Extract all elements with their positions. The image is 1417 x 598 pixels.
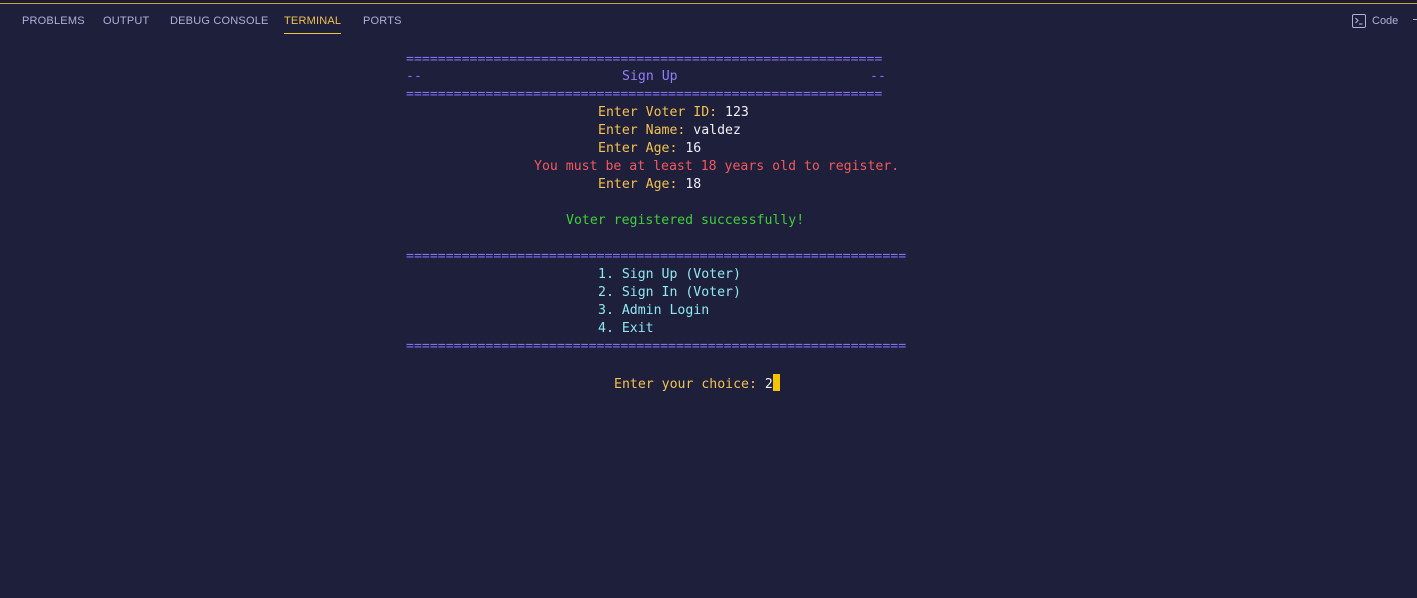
terminal-profile-label: Code xyxy=(1372,15,1399,27)
menu-rule-top: ========================================… xyxy=(406,249,907,264)
name-prompt: Enter Name: xyxy=(598,123,686,138)
age-error-message: You must be at least 18 years old to reg… xyxy=(534,159,900,174)
menu-item-sign-in: 2. Sign In (Voter) xyxy=(598,285,741,300)
age-value-2: 18 xyxy=(685,177,702,192)
name-line: Enter Name: valdez xyxy=(598,122,741,140)
terminal-profile-button[interactable]: Code xyxy=(1352,12,1398,30)
terminal-toolbar: Code xyxy=(1347,4,1417,37)
voter-id-prompt: Enter Voter ID: xyxy=(598,105,718,120)
choice-line[interactable]: Enter your choice: 2 xyxy=(614,374,780,392)
terminal-output[interactable]: ========================================… xyxy=(0,40,1417,598)
signup-rule-top: ========================================… xyxy=(406,52,883,67)
tab-problems[interactable]: PROBLEMS xyxy=(22,4,85,33)
terminal-icon xyxy=(1352,14,1366,28)
choice-value: 2 xyxy=(764,377,773,392)
tab-ports[interactable]: PORTS xyxy=(363,4,402,33)
age-line-1: Enter Age: 16 xyxy=(598,140,701,158)
menu-item-exit: 4. Exit xyxy=(598,321,654,336)
menu-rule-bottom: ========================================… xyxy=(406,339,907,354)
tab-debug-console[interactable]: DEBUG CONSOLE xyxy=(170,4,269,33)
voter-id-value: 123 xyxy=(725,105,749,120)
signup-rule-bottom: ========================================… xyxy=(406,87,883,102)
signup-title-left: -- xyxy=(406,69,422,84)
menu-item-sign-up: 1. Sign Up (Voter) xyxy=(598,267,741,282)
terminal-cursor xyxy=(772,374,780,391)
signup-title-right: -- xyxy=(870,69,886,84)
age-value-1: 16 xyxy=(685,141,702,156)
age-prompt-2: Enter Age: xyxy=(598,177,678,192)
signup-title: Sign Up xyxy=(622,69,678,84)
voter-id-line: Enter Voter ID: 123 xyxy=(598,104,749,122)
success-message: Voter registered successfully! xyxy=(566,213,805,228)
tab-terminal[interactable]: TERMINAL xyxy=(284,4,342,34)
more-actions-icon[interactable] xyxy=(1413,19,1417,20)
age-prompt-1: Enter Age: xyxy=(598,141,678,156)
panel-tab-bar: PROBLEMS OUTPUT DEBUG CONSOLE TERMINAL P… xyxy=(0,4,1417,37)
menu-item-admin-login: 3. Admin Login xyxy=(598,303,710,318)
tab-output[interactable]: OUTPUT xyxy=(103,4,149,33)
name-value: valdez xyxy=(693,123,741,138)
choice-prompt: Enter your choice: xyxy=(614,377,757,392)
age-line-2: Enter Age: 18 xyxy=(598,176,701,194)
